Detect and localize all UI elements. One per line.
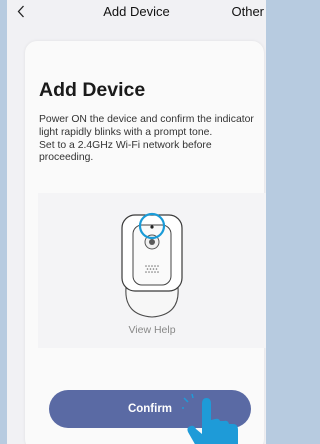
back-button[interactable]: [11, 0, 31, 22]
instruction-power: Power ON the device and confirm the indi…: [39, 114, 254, 138]
nav-title: Add Device: [103, 4, 170, 19]
chevron-left-icon: [17, 5, 24, 17]
nav-bar: Add Device Other: [7, 0, 266, 24]
add-device-card: Add Device Power ON the device and confi…: [25, 41, 266, 444]
hand-pointer-icon: [182, 394, 238, 444]
other-button[interactable]: Other: [231, 4, 264, 19]
page-title: Add Device: [39, 79, 146, 101]
device-illustration: View Help: [38, 193, 266, 348]
view-help-link[interactable]: View Help: [38, 324, 266, 336]
instructions-text: Power ON the device and confirm the indi…: [39, 114, 264, 165]
phone-screen: Add Device Other Add Device Power ON the…: [7, 0, 266, 444]
instruction-wifi: Set to a 2.4GHz Wi-Fi network before pro…: [39, 139, 212, 164]
